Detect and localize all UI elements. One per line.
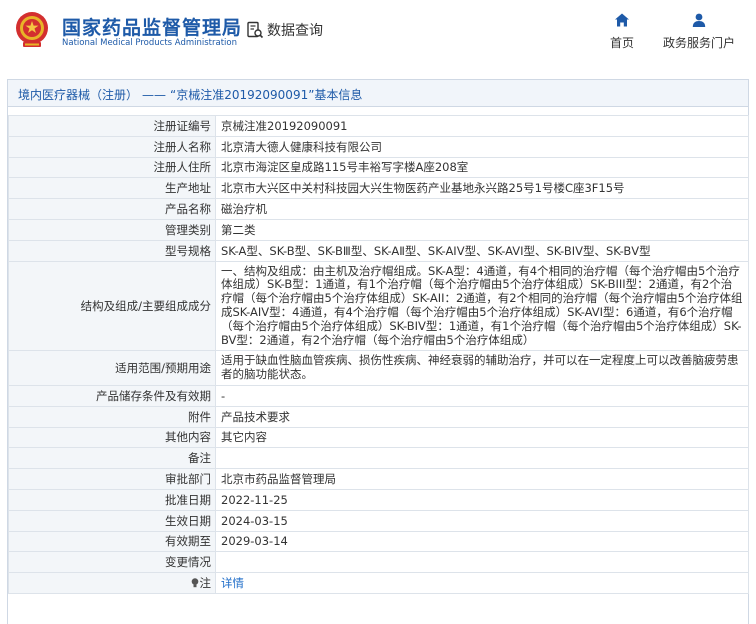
table-row: 有效期至 2029-03-14 (8, 530, 749, 553)
table-row: 型号规格 SK-A型、SK-B型、SK-BⅢ型、SK-AⅡ型、SK-AIV型、SK… (8, 239, 749, 262)
registration-info-table: 注册证编号 京械注准20192090091 注册人名称 北京清大德人健康科技有限公司… (8, 115, 749, 594)
table-row: 批准日期 2022-11-25 (8, 488, 749, 511)
table-row: 产品名称 磁治疗机 (8, 198, 749, 220)
table-row: 产品储存条件及有效期 - (8, 384, 749, 407)
site-title: 国家药品监督管理局 (62, 17, 243, 39)
row-label: 注册证编号 (8, 115, 216, 137)
breadcrumb: 境内医疗器械（注册） —— “京械注准20192090091”基本信息 (8, 80, 748, 107)
table-row: 附件 产品技术要求 (8, 405, 749, 428)
row-label: 有效期至 (8, 530, 216, 553)
data-query-label: 数据查询 (267, 23, 323, 39)
row-label: 管理类别 (8, 218, 216, 241)
row-label: 审批部门 (8, 468, 216, 490)
home-icon (615, 13, 629, 27)
row-value: 北京市药品监督管理局 (215, 468, 749, 490)
user-icon (692, 13, 706, 27)
row-label: 适用范围/预期用途 (8, 350, 216, 386)
table-row: 变更情况 (8, 551, 749, 574)
row-label: 注册人名称 (8, 135, 216, 158)
row-value (215, 551, 749, 574)
site-header: 国家药品监督管理局 National Medical Products Admi… (0, 0, 756, 66)
table-row: 其他内容 其它内容 (8, 426, 749, 449)
row-label: 型号规格 (8, 239, 216, 262)
row-value: 磁治疗机 (215, 198, 749, 220)
data-query-title: 数据查询 (246, 20, 323, 40)
row-value: 适用于缺血性脑血管疾病、损伤性疾病、神经衰弱的辅助治疗，并可以在一定程度上可以改… (215, 350, 749, 386)
table-row: 备注 (8, 447, 749, 470)
row-label: 产品名称 (8, 198, 216, 220)
table-row: 生产地址 北京市大兴区中关村科技园大兴生物医药产业基地永兴路25号1号楼C座3F1… (8, 177, 749, 200)
lightbulb-icon (191, 578, 198, 588)
row-value: 其它内容 (215, 426, 749, 449)
row-value: 2029-03-14 (215, 530, 749, 553)
table-row: 注册人名称 北京清大德人健康科技有限公司 (8, 135, 749, 158)
row-label: 批准日期 (8, 488, 216, 511)
row-label: 产品储存条件及有效期 (8, 384, 216, 407)
site-title-english: National Medical Products Administration (62, 38, 237, 48)
table-row: 注册人住所 北京市海淀区皇成路115号丰裕写字楼A座208室 (8, 156, 749, 179)
breadcrumb-separator: —— (142, 88, 167, 102)
table-row: 管理类别 第二类 (8, 218, 749, 241)
national-emblem-icon (16, 12, 48, 47)
table-row: 生效日期 2024-03-15 (8, 509, 749, 532)
table-row: 注 详情 (8, 572, 749, 594)
row-label: 生产地址 (8, 177, 216, 200)
row-label: 其他内容 (8, 426, 216, 449)
row-value (215, 447, 749, 470)
table-row: 适用范围/预期用途 适用于缺血性脑血管疾病、损伤性疾病、神经衰弱的辅助治疗，并可以… (8, 350, 749, 386)
table-row: 注册证编号 京械注准20192090091 (8, 115, 749, 137)
row-value: 2022-11-25 (215, 488, 749, 511)
nav-home-label: 首页 (609, 36, 634, 50)
breadcrumb-category[interactable]: 境内医疗器械（注册） (18, 88, 138, 102)
nav-portal-link[interactable]: 政务服务门户 (656, 12, 742, 51)
table-row: 审批部门 北京市药品监督管理局 (8, 468, 749, 490)
row-value: 产品技术要求 (215, 405, 749, 428)
nav-home-link[interactable]: 首页 (602, 12, 642, 51)
row-value: 北京市大兴区中关村科技园大兴生物医药产业基地永兴路25号1号楼C座3F15号 (215, 177, 749, 200)
row-label: 生效日期 (8, 509, 216, 532)
row-value: 一、结构及组成：由主机及治疗帽组成。SK-A型：4通道，有4个相同的治疗帽（每个… (215, 260, 749, 352)
details-link[interactable]: 详情 (221, 576, 244, 590)
row-value: SK-A型、SK-B型、SK-BⅢ型、SK-AⅡ型、SK-AIV型、SK-AVI… (215, 239, 749, 262)
row-value: - (215, 384, 749, 407)
breadcrumb-record-title: “京械注准20192090091”基本信息 (170, 88, 363, 102)
row-label: 注册人住所 (8, 156, 216, 179)
row-label: 备注 (8, 447, 216, 470)
row-value: 北京市海淀区皇成路115号丰裕写字楼A座208室 (215, 156, 749, 179)
row-value: 2024-03-15 (215, 509, 749, 532)
row-label: 附件 (8, 405, 216, 428)
row-label: 变更情况 (8, 551, 216, 574)
table-row: 结构及组成/主要组成成分 一、结构及组成：由主机及治疗帽组成。SK-A型：4通道，… (8, 260, 749, 352)
document-search-icon (247, 21, 264, 39)
row-label: 结构及组成/主要组成成分 (8, 260, 216, 352)
note-label: 注 (199, 576, 212, 591)
row-value: 北京清大德人健康科技有限公司 (215, 135, 749, 158)
row-value: 京械注准20192090091 (215, 115, 749, 137)
row-value: 第二类 (215, 218, 749, 241)
row-value: 详情 (215, 572, 749, 594)
nav-portal-label: 政务服务门户 (662, 36, 735, 50)
detail-panel: 境内医疗器械（注册） —— “京械注准20192090091”基本信息 注册证编号京… (7, 79, 749, 624)
row-label-note: 注 (8, 572, 216, 594)
